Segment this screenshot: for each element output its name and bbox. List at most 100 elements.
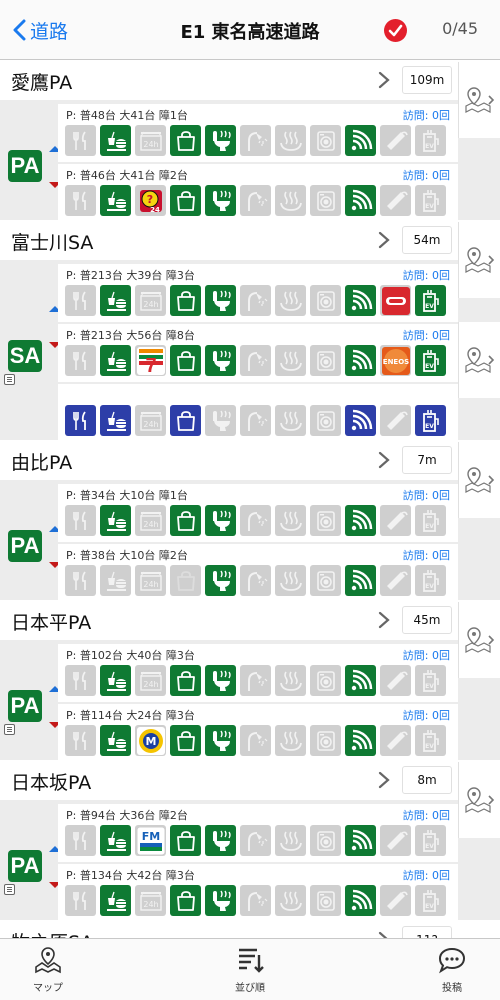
visit-count[interactable]: 訪問: 0回 <box>403 647 450 663</box>
map-icon <box>35 947 61 974</box>
24h-icon: 24h <box>135 665 166 696</box>
facility-icons: 24h EV <box>65 885 450 916</box>
direction-row[interactable]: P: 普38台 大10台 障2台 訪問: 0回 24h EV <box>58 544 458 602</box>
shop-icon <box>170 725 201 756</box>
cafe-icon <box>100 885 131 916</box>
rest-area-header[interactable]: 日本坂PA 8m <box>0 760 500 800</box>
rest-area-name: 牧之原SA <box>11 928 93 938</box>
map-directions-button[interactable] <box>458 442 500 518</box>
ev-icon: EV <box>415 885 446 916</box>
rest-area-section: 愛鷹PA 109m PA P: 普48台 大41台 障1台 訪問: 0回 24h… <box>0 60 500 222</box>
svg-text:EV: EV <box>425 203 434 210</box>
toilet-icon <box>205 565 236 596</box>
wifi-icon <box>345 125 376 156</box>
direction-row[interactable]: P: 普134台 大42台 障3台 訪問: 0回 24h EV <box>58 864 458 922</box>
rest-area-header[interactable]: 愛鷹PA 109m <box>0 60 500 100</box>
24h-icon: 24h <box>135 125 166 156</box>
toilet-icon <box>205 825 236 856</box>
map-directions-button[interactable] <box>458 602 500 678</box>
cafe-icon <box>100 505 131 536</box>
ev-icon: EV <box>415 505 446 536</box>
rest-area-list[interactable]: 愛鷹PA 109m PA P: 普48台 大41台 障1台 訪問: 0回 24h… <box>0 60 500 938</box>
wifi-icon <box>345 825 376 856</box>
direction-row[interactable]: P: 普46台 大41台 障2台 訪問: 0回 ? 24 EV <box>58 164 458 222</box>
laundry-icon <box>310 345 341 376</box>
svg-text:EV: EV <box>425 143 434 150</box>
direction-row[interactable]: P: 普48台 大41台 障1台 訪問: 0回 24h EV <box>58 104 458 162</box>
sort-icon <box>239 948 264 973</box>
chevron-right-icon <box>378 71 390 89</box>
shower-icon <box>240 825 271 856</box>
rest-area-section: 日本平PA 45m PA P: 普102台 大40台 障3台 訪問: 0回 24… <box>0 600 500 762</box>
visit-count[interactable]: 訪問: 0回 <box>403 867 450 883</box>
visit-count[interactable]: 訪問: 0回 <box>403 487 450 503</box>
fork-icon <box>65 285 96 316</box>
rest-area-header[interactable]: 日本平PA 45m <box>0 600 500 640</box>
cafe-icon <box>100 405 131 436</box>
rest-area-header[interactable]: 牧之原SA 11? <box>0 920 500 938</box>
svg-text:EV: EV <box>425 363 434 370</box>
facility-icons: M EV <box>65 725 450 756</box>
laundry-icon <box>310 405 341 436</box>
wifi-icon <box>345 665 376 696</box>
rest-area-header[interactable]: 富士川SA 54m <box>0 220 500 260</box>
gas-icon <box>380 185 411 216</box>
laundry-icon <box>310 285 341 316</box>
fork-icon <box>65 345 96 376</box>
map-directions-button[interactable] <box>458 222 500 298</box>
visit-count[interactable]: 訪問: 0回 <box>403 267 450 283</box>
direction-row[interactable]: P: 普114台 大24台 障3台 訪問: 0回 M EV <box>58 704 458 762</box>
visit-count[interactable]: 訪問: 0回 <box>403 707 450 723</box>
direction-row[interactable]: 24h EV <box>58 384 458 442</box>
bath-icon <box>275 885 306 916</box>
rest-area-type-badge: PA <box>8 530 42 562</box>
map-directions-button[interactable] <box>458 62 500 138</box>
chevron-right-icon <box>378 771 390 789</box>
rest-area-section: 富士川SA 54m SA P: 普213台 大39台 障3台 訪問: 0回 24… <box>0 220 500 442</box>
direction-row[interactable]: P: 普102台 大40台 障3台 訪問: 0回 24h EV <box>58 644 458 702</box>
distance-badge: 54m <box>402 226 452 254</box>
rest-area-type-badge: PA <box>8 690 42 722</box>
facility-icons: 24h EV <box>65 565 450 596</box>
fork-icon <box>65 505 96 536</box>
b-7-icon: 7 <box>135 345 166 376</box>
direction-row[interactable]: P: 普213台 大56台 障8台 訪問: 0回 7 ENEOS EV <box>58 324 458 382</box>
toilet-icon <box>205 405 236 436</box>
ev-icon: EV <box>415 185 446 216</box>
laundry-icon <box>310 825 341 856</box>
back-button[interactable]: 道路 <box>12 14 68 46</box>
map-directions-button[interactable] <box>458 322 500 398</box>
fork-icon <box>65 125 96 156</box>
direction-row[interactable]: P: 普213台 大39台 障3台 訪問: 0回 24h EV <box>58 264 458 322</box>
rest-area-type-badge: SA <box>8 340 42 372</box>
tab-post[interactable]: 投稿 <box>412 945 492 994</box>
map-pin-icon <box>465 467 495 493</box>
facility-icons: ? 24 EV <box>65 185 450 216</box>
wifi-icon <box>345 405 376 436</box>
visit-count[interactable]: 訪問: 0回 <box>403 167 450 183</box>
parking-info: P: 普46台 大41台 障2台 <box>66 169 188 182</box>
svg-text:24h: 24h <box>143 420 158 429</box>
gas-icon <box>380 825 411 856</box>
direction-row[interactable]: P: 普94台 大36台 障2台 訪問: 0回 FM EV <box>58 804 458 862</box>
direction-row[interactable]: P: 普34台 大10台 障1台 訪問: 0回 24h EV <box>58 484 458 542</box>
tab-map[interactable]: マップ <box>8 945 88 994</box>
shop-icon <box>170 885 201 916</box>
visit-count: 0/45 <box>442 19 478 38</box>
visit-count[interactable]: 訪問: 0回 <box>403 107 450 123</box>
visited-filter-check-icon[interactable] <box>384 19 407 42</box>
map-directions-button[interactable] <box>458 762 500 838</box>
visit-count[interactable]: 訪問: 0回 <box>403 547 450 563</box>
wifi-icon <box>345 725 376 756</box>
svg-text:24h: 24h <box>143 140 158 149</box>
shop-icon <box>170 565 201 596</box>
visit-count[interactable]: 訪問: 0回 <box>403 807 450 823</box>
svg-text:FM: FM <box>141 830 159 843</box>
shower-icon <box>240 665 271 696</box>
rest-area-header[interactable]: 由比PA 7m <box>0 440 500 480</box>
tab-sort[interactable]: 並び順 <box>210 945 290 994</box>
bath-icon <box>275 185 306 216</box>
visit-count[interactable]: 訪問: 0回 <box>403 327 450 343</box>
facility-icons: FM EV <box>65 825 450 856</box>
svg-text:M: M <box>145 735 156 748</box>
